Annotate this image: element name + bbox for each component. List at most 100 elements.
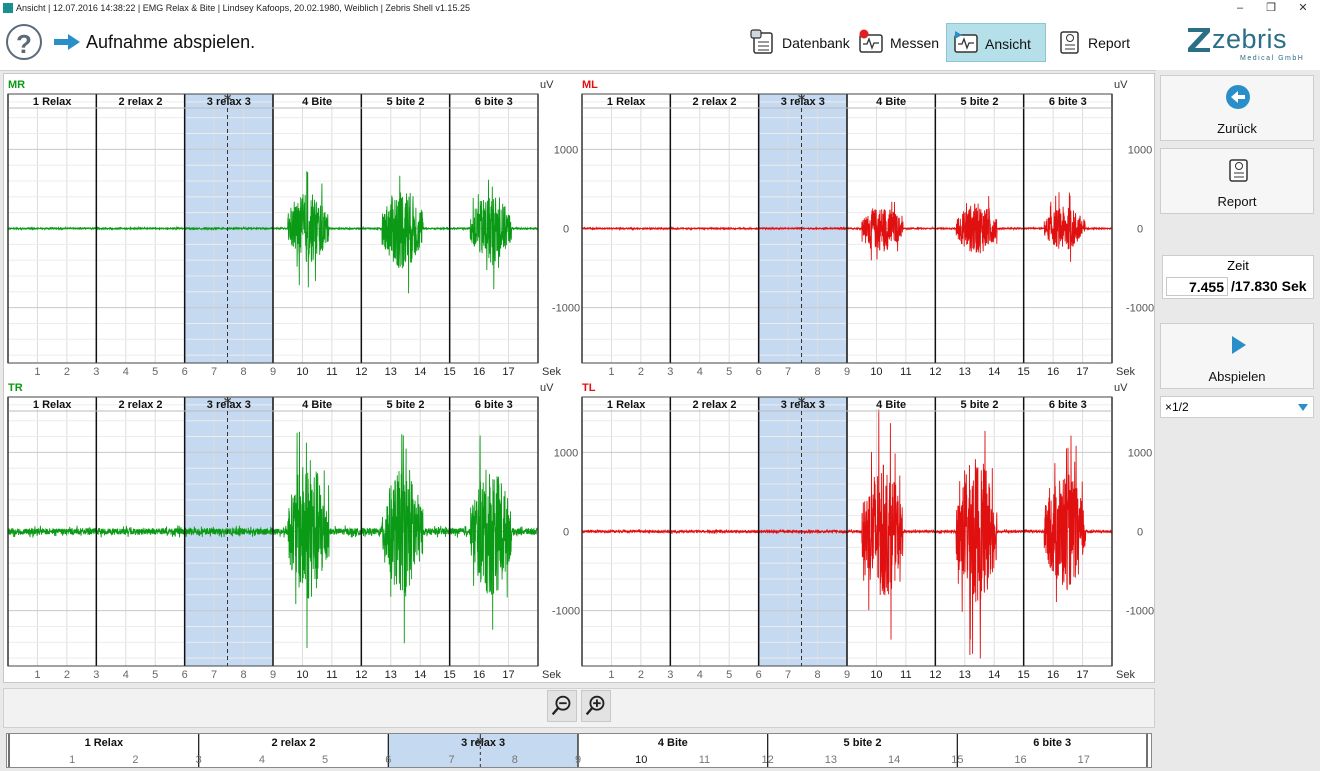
x-tick-label: 2 — [64, 669, 70, 681]
y-unit-label: uV — [540, 382, 554, 394]
x-tick-label: 13 — [959, 669, 971, 681]
segment-label: 1 Relax — [607, 96, 646, 108]
y-tick-label: 1000 — [1128, 144, 1152, 156]
nav-ansicht-label: Ansicht — [985, 36, 1031, 52]
x-tick-label: 16 — [1047, 669, 1059, 681]
minimize-icon[interactable]: – — [1225, 0, 1255, 16]
cursor-marker: ✲ — [223, 93, 231, 104]
timeline-segment-label: 5 bite 2 — [844, 737, 882, 749]
x-tick-label: 2 — [638, 669, 644, 681]
window-titlebar: Ansicht | 12.07.2016 14:38:22 | EMG Rela… — [0, 0, 1320, 16]
report-icon — [1060, 31, 1079, 54]
nav-report-button[interactable]: Report — [1050, 23, 1138, 62]
segment-label: 4 Bite — [302, 399, 332, 411]
segment-label: 6 bite 3 — [1049, 96, 1087, 108]
y-unit-label: uV — [1114, 79, 1128, 91]
zebris-logo: zebris Medical GmbH — [1188, 24, 1303, 72]
channel-title: TR — [8, 382, 23, 394]
app-icon — [3, 3, 13, 13]
x-tick-label: 1 — [608, 669, 614, 681]
logo-text: zebris — [1212, 24, 1288, 54]
chevron-down-icon — [1298, 404, 1308, 411]
segment-label: 1 Relax — [607, 399, 646, 411]
zoom-bar — [3, 688, 1155, 728]
timeline-overview[interactable]: 1 Relax 2 relax 23 relax 34 Bite 5 bite 26… — [6, 733, 1152, 768]
x-tick-label: 12 — [929, 669, 941, 681]
timeline-tick-label: 12 — [762, 754, 774, 766]
x-tick-label: 7 — [785, 669, 791, 681]
x-tick-label: 10 — [870, 669, 882, 681]
x-tick-label: 8 — [814, 669, 820, 681]
zoom-out-button[interactable] — [547, 690, 577, 722]
play-label: Abspielen — [1208, 369, 1266, 384]
x-unit-label: Sek — [1116, 669, 1135, 681]
timeline-tick-label: 3 — [196, 754, 202, 766]
logo-subtext: Medical GmbH — [1240, 55, 1305, 62]
time-label: Zeit — [1227, 258, 1249, 273]
y-unit-label: uV — [1114, 382, 1128, 394]
segment-label: 4 Bite — [302, 96, 332, 108]
segment-label: 4 Bite — [876, 399, 906, 411]
speed-value: ×1/2 — [1165, 400, 1189, 414]
time-current: 7.455 — [1166, 277, 1228, 296]
nav-messen-label: Messen — [890, 35, 940, 51]
window-title: Ansicht | 12.07.2016 14:38:22 | EMG Rela… — [16, 3, 470, 13]
timeline-tick-label: 1 — [69, 754, 75, 766]
toolbar: ? Aufnahme abspielen. Datenbank Messen A… — [0, 16, 1320, 71]
timeline-svg: 1 Relax 2 relax 23 relax 34 Bite 5 bite 26… — [8, 734, 1148, 767]
chart-mr[interactable]: 1 Relax 2 relax 23 relax 34 Bite 5 bite 26… — [4, 74, 580, 378]
restore-icon[interactable]: ❒ — [1256, 0, 1286, 16]
segment-label: 5 bite 2 — [961, 96, 999, 108]
speed-select[interactable]: ×1/2 — [1160, 396, 1314, 418]
zoom-in-icon — [585, 695, 605, 716]
timeline-tick-label: 5 — [322, 754, 328, 766]
play-button[interactable]: Abspielen — [1160, 323, 1314, 389]
y-tick-label: -1000 — [1126, 606, 1154, 618]
y-tick-label: -1000 — [552, 606, 580, 618]
x-tick-label: 5 — [726, 669, 732, 681]
chart-tl[interactable]: 1 Relax 2 relax 23 relax 34 Bite 5 bite 26… — [578, 377, 1154, 681]
segment-label: 4 Bite — [876, 96, 906, 108]
y-tick-label: 1000 — [554, 447, 578, 459]
x-tick-label: 14 — [988, 669, 1000, 681]
channel-title: MR — [8, 79, 25, 91]
segment-label: 5 bite 2 — [961, 399, 999, 411]
x-tick-label: 14 — [414, 669, 426, 681]
x-tick-label: 15 — [1018, 669, 1030, 681]
report-button[interactable]: Report — [1160, 148, 1314, 214]
arrow-right-icon — [54, 34, 80, 50]
help-button[interactable]: ? — [6, 24, 42, 60]
segment-label: 6 bite 3 — [475, 399, 513, 411]
chart-tr[interactable]: 1 Relax 2 relax 23 relax 34 Bite 5 bite 26… — [4, 377, 580, 681]
zoom-in-button[interactable] — [581, 690, 611, 722]
timeline-tick-label: 2 — [132, 754, 138, 766]
nav-datenbank-button[interactable]: Datenbank — [744, 23, 850, 62]
segment-label: 1 Relax — [33, 96, 72, 108]
x-tick-label: 7 — [211, 669, 217, 681]
nav-messen-button[interactable]: Messen — [852, 23, 940, 62]
x-tick-label: 4 — [123, 669, 129, 681]
time-total: /17.830 Sek — [1231, 278, 1307, 294]
sidebar: Zurück Report Zeit 7.455 /17.830 Sek Abs… — [1156, 70, 1320, 771]
chart-svg: 1 Relax 2 relax 23 relax 34 Bite 5 bite 26… — [581, 79, 1154, 378]
timeline-tick-label: 4 — [259, 754, 265, 766]
timeline-tick-label: 17 — [1078, 754, 1090, 766]
x-unit-label: Sek — [542, 669, 561, 681]
chart-svg: 1 Relax 2 relax 23 relax 34 Bite 5 bite 26… — [7, 79, 580, 378]
x-tick-label: 11 — [326, 669, 337, 681]
segment-label: 6 bite 3 — [1049, 399, 1087, 411]
x-tick-label: 9 — [844, 669, 850, 681]
y-tick-label: 0 — [1137, 224, 1143, 236]
back-button[interactable]: Zurück — [1160, 75, 1314, 141]
measure-icon — [859, 29, 883, 53]
segment-label: 2 relax 2 — [692, 399, 736, 411]
timeline-tick-label: 15 — [951, 754, 963, 766]
view-icon — [954, 31, 978, 53]
chart-ml[interactable]: 1 Relax 2 relax 23 relax 34 Bite 5 bite 26… — [578, 74, 1154, 378]
page-title: Aufnahme abspielen. — [86, 32, 256, 52]
nav-ansicht-button[interactable]: Ansicht — [946, 23, 1046, 62]
close-icon[interactable]: ✕ — [1288, 0, 1318, 16]
y-tick-label: 0 — [563, 224, 569, 236]
timeline-segment-label: 2 relax 2 — [271, 737, 315, 749]
timeline-segment-label: 1 Relax — [85, 737, 124, 749]
